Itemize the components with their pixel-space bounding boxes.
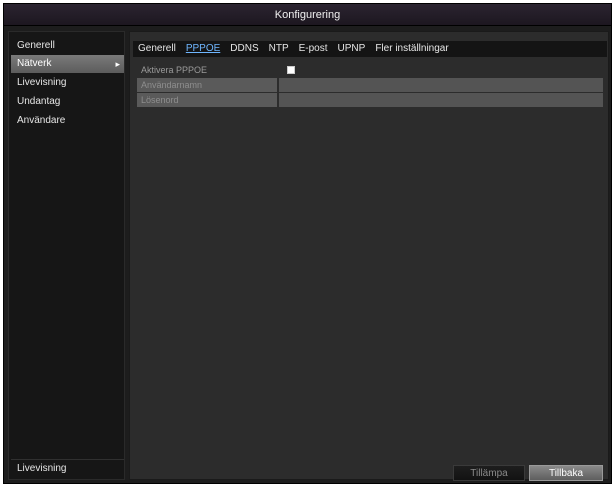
password-input[interactable] [279, 93, 603, 107]
sidebar-item-live-view[interactable]: Livevisning [11, 74, 124, 92]
tab-pppoe[interactable]: PPPOE [181, 41, 225, 57]
enable-pppoe-label: Aktivera PPPOE [141, 65, 208, 75]
tab-email[interactable]: E-post [294, 41, 333, 57]
config-window: Konfigurering Generell Nätverk ▸ Livevis… [3, 3, 612, 484]
username-input[interactable] [279, 78, 603, 92]
window-title: Konfigurering [4, 4, 611, 26]
live-view-shortcut[interactable]: Livevisning [11, 459, 124, 477]
sidebar-item-label: Undantag [17, 96, 61, 107]
password-row: Lösenord [137, 93, 603, 107]
sidebar-item-label: Användare [17, 115, 66, 126]
password-label: Lösenord [137, 93, 277, 107]
sidebar-item-label: Livevisning [17, 77, 67, 88]
sidebar-item-exceptions[interactable]: Undantag [11, 93, 124, 111]
username-row: Användarnamn [137, 78, 603, 92]
tab-ddns[interactable]: DDNS [225, 41, 263, 57]
enable-pppoe-value [279, 63, 603, 77]
pppoe-form: Aktivera PPPOE Användarnamn Lösenord [137, 63, 603, 108]
tab-more-settings[interactable]: Fler inställningar [370, 41, 453, 57]
enable-pppoe-checkbox[interactable] [287, 66, 295, 74]
tab-ntp[interactable]: NTP [264, 41, 294, 57]
sidebar-item-general[interactable]: Generell [11, 37, 124, 55]
sidebar-item-label: Nätverk [17, 58, 52, 69]
sidebar-item-network[interactable]: Nätverk ▸ [11, 55, 124, 73]
sidebar: Generell Nätverk ▸ Livevisning Undantag … [8, 31, 125, 480]
username-label: Användarnamn [137, 78, 277, 92]
main-panel: Generell PPPOE DDNS NTP E-post UPNP Fler… [129, 31, 609, 480]
enable-pppoe-row: Aktivera PPPOE [137, 63, 603, 77]
sidebar-item-users[interactable]: Användare [11, 112, 124, 130]
sidebar-item-label: Generell [17, 40, 55, 51]
tab-general[interactable]: Generell [133, 41, 181, 57]
tab-bar: Generell PPPOE DDNS NTP E-post UPNP Fler… [133, 41, 607, 57]
tab-upnp[interactable]: UPNP [333, 41, 371, 57]
chevron-right-icon: ▸ [115, 59, 120, 69]
back-button[interactable]: Tillbaka [529, 465, 603, 481]
apply-button[interactable]: Tillämpa [453, 465, 525, 481]
